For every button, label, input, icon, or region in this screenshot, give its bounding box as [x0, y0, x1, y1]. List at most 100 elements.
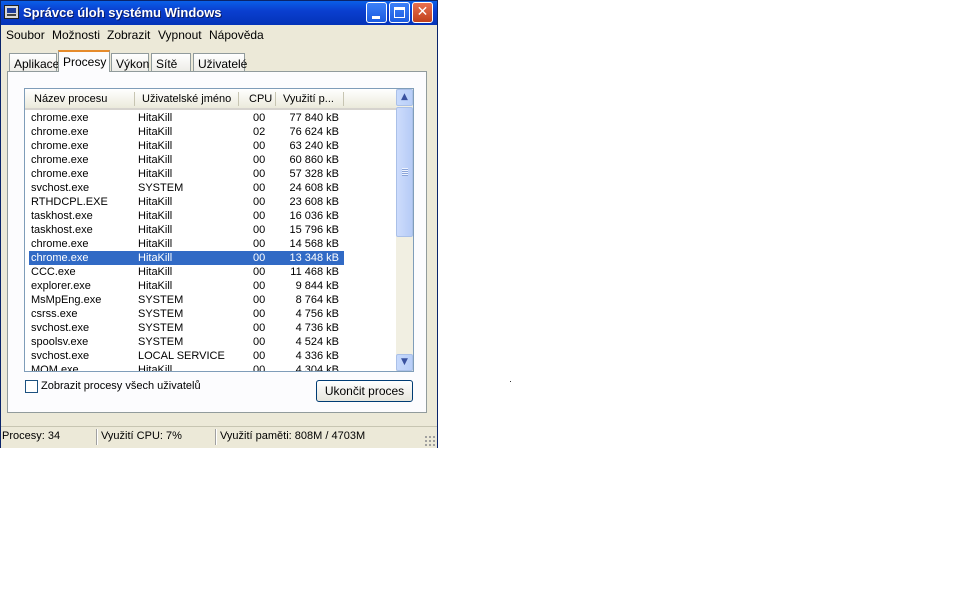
- scroll-down-icon: ▼: [401, 357, 408, 367]
- tab-site[interactable]: Sítě: [151, 53, 191, 72]
- process-cpu: 00: [253, 266, 266, 278]
- process-name: taskhost.exe: [31, 224, 93, 236]
- table-row[interactable]: svchost.exe SYSTEM 00 4 736 kB: [29, 321, 344, 335]
- maximize-icon: [394, 7, 405, 18]
- process-cpu: 00: [253, 210, 266, 222]
- scroll-up-button[interactable]: ▲: [396, 89, 413, 106]
- table-row[interactable]: explorer.exe HitaKill 00 9 844 kB: [29, 279, 344, 293]
- minimize-icon: [372, 16, 380, 19]
- process-memory: 57 328 kB: [289, 168, 339, 180]
- process-memory: 13 348 kB: [289, 252, 339, 264]
- column-header-cpu[interactable]: CPU: [249, 93, 272, 105]
- process-user: HitaKill: [138, 154, 173, 166]
- process-cpu: 00: [253, 364, 266, 372]
- scroll-down-button[interactable]: ▼: [396, 354, 413, 371]
- column-divider[interactable]: [134, 92, 135, 106]
- process-memory: 4 756 kB: [295, 308, 339, 320]
- column-divider[interactable]: [275, 92, 276, 106]
- table-row[interactable]: chrome.exe HitaKill 00 57 328 kB: [29, 167, 344, 181]
- task-manager-window: Správce úloh systému Windows ✕ Soubor Mo…: [0, 0, 438, 448]
- close-button[interactable]: ✕: [412, 2, 433, 23]
- process-list[interactable]: Název procesu Uživatelské jméno CPU Využ…: [24, 88, 414, 372]
- process-name: RTHDCPL.EXE: [31, 196, 108, 208]
- column-header-user[interactable]: Uživatelské jméno: [142, 93, 231, 105]
- table-row[interactable]: chrome.exe HitaKill 00 13 348 kB: [29, 251, 344, 265]
- process-memory: 76 624 kB: [289, 126, 339, 138]
- process-memory: 14 568 kB: [289, 238, 339, 250]
- table-row[interactable]: MsMpEng.exe SYSTEM 00 8 764 kB: [29, 293, 344, 307]
- process-cpu: 00: [253, 168, 266, 180]
- process-name: svchost.exe: [31, 350, 90, 362]
- minimize-button[interactable]: [366, 2, 387, 23]
- menu-zobrazit[interactable]: Zobrazit: [107, 28, 150, 42]
- process-name: spoolsv.exe: [31, 336, 89, 348]
- table-row[interactable]: RTHDCPL.EXE HitaKill 00 23 608 kB: [29, 195, 344, 209]
- process-user: HitaKill: [138, 168, 173, 180]
- table-row[interactable]: chrome.exe HitaKill 00 63 240 kB: [29, 139, 344, 153]
- status-divider: [215, 429, 217, 445]
- process-memory: 11 468 kB: [290, 266, 339, 278]
- process-memory: 24 608 kB: [289, 182, 339, 194]
- menu-napoveda[interactable]: Nápověda: [209, 28, 264, 42]
- show-all-users-checkbox[interactable]: [25, 380, 38, 393]
- process-name: chrome.exe: [31, 126, 89, 138]
- process-name: chrome.exe: [31, 140, 89, 152]
- process-name: svchost.exe: [31, 322, 90, 334]
- process-memory: 8 764 kB: [295, 294, 339, 306]
- process-user: HitaKill: [138, 210, 173, 222]
- window-title: Správce úloh systému Windows: [23, 5, 222, 20]
- process-memory: 9 844 kB: [295, 280, 339, 292]
- process-memory: 15 796 kB: [289, 224, 339, 236]
- process-name: MOM.exe: [31, 364, 79, 372]
- process-name: chrome.exe: [31, 252, 89, 264]
- menu-vypnout[interactable]: Vypnout: [158, 28, 202, 42]
- table-row[interactable]: svchost.exe SYSTEM 00 24 608 kB: [29, 181, 344, 195]
- table-row[interactable]: taskhost.exe HitaKill 00 15 796 kB: [29, 223, 344, 237]
- menu-moznosti[interactable]: Možnosti: [52, 28, 100, 42]
- maximize-button[interactable]: [389, 2, 410, 23]
- column-header-memory[interactable]: Využití p...: [283, 93, 334, 105]
- tab-procesy[interactable]: Procesy: [58, 50, 110, 72]
- process-name: chrome.exe: [31, 154, 89, 166]
- resize-grip-icon[interactable]: [424, 435, 435, 446]
- tab-uzivatele[interactable]: Uživatelé: [193, 53, 247, 72]
- table-row[interactable]: chrome.exe HitaKill 02 76 624 kB: [29, 125, 344, 139]
- status-process-count: Procesy: 34: [2, 430, 61, 442]
- process-cpu: 00: [253, 224, 266, 236]
- process-name: explorer.exe: [31, 280, 91, 292]
- process-cpu: 00: [253, 182, 266, 194]
- process-cpu: 00: [253, 294, 266, 306]
- table-row[interactable]: csrss.exe SYSTEM 00 4 756 kB: [29, 307, 344, 321]
- process-name: MsMpEng.exe: [31, 294, 102, 306]
- table-row[interactable]: chrome.exe HitaKill 00 14 568 kB: [29, 237, 344, 251]
- show-all-users-label[interactable]: Zobrazit procesy všech uživatelů: [41, 380, 201, 392]
- process-memory: 60 860 kB: [289, 154, 339, 166]
- table-row[interactable]: chrome.exe HitaKill 00 77 840 kB: [29, 111, 344, 125]
- column-divider[interactable]: [343, 92, 344, 106]
- menu-soubor[interactable]: Soubor: [6, 28, 45, 42]
- process-user: HitaKill: [138, 252, 173, 264]
- status-cpu-usage: Využití CPU: 7%: [101, 430, 182, 442]
- process-user: SYSTEM: [138, 322, 184, 334]
- tab-aplikace[interactable]: Aplikace: [9, 53, 59, 72]
- table-row[interactable]: chrome.exe HitaKill 00 60 860 kB: [29, 153, 344, 167]
- process-name: chrome.exe: [31, 238, 89, 250]
- column-header-name[interactable]: Název procesu: [34, 93, 107, 105]
- table-row[interactable]: CCC.exe HitaKill 00 11 468 kB: [29, 265, 344, 279]
- table-row[interactable]: MOM.exe HitaKill 00 4 304 kB: [29, 363, 344, 372]
- column-divider[interactable]: [238, 92, 239, 106]
- table-row[interactable]: spoolsv.exe SYSTEM 00 4 524 kB: [29, 335, 344, 349]
- process-cpu: 02: [253, 126, 266, 138]
- process-cpu: 00: [253, 322, 266, 334]
- process-memory: 63 240 kB: [289, 140, 339, 152]
- list-header: Název procesu Uživatelské jméno CPU Využ…: [25, 89, 396, 110]
- table-row[interactable]: svchost.exe LOCAL SERVICE 00 4 336 kB: [29, 349, 344, 363]
- process-name: taskhost.exe: [31, 210, 93, 222]
- tab-vykon[interactable]: Výkon: [111, 53, 149, 72]
- table-row[interactable]: taskhost.exe HitaKill 00 16 036 kB: [29, 209, 344, 223]
- vertical-scrollbar[interactable]: ▲ ▼: [396, 89, 413, 371]
- end-process-button[interactable]: Ukončit proces: [316, 380, 413, 402]
- scroll-thumb[interactable]: [396, 107, 413, 237]
- process-cpu: 00: [253, 196, 266, 208]
- title-bar[interactable]: Správce úloh systému Windows ✕: [1, 1, 437, 25]
